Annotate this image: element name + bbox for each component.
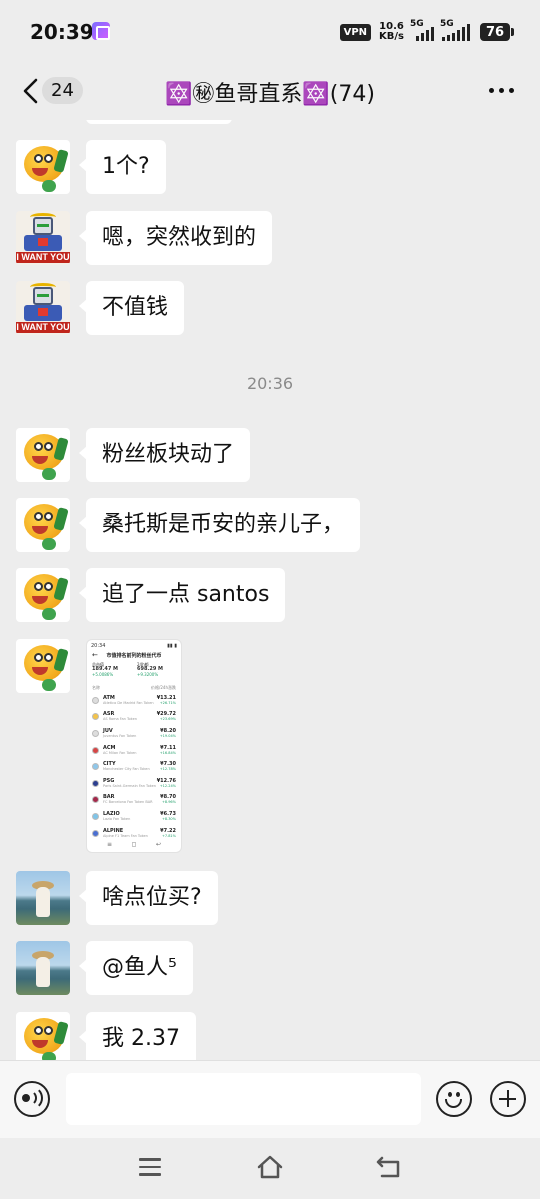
message-input[interactable] (66, 1073, 421, 1125)
fish-avatar[interactable] (16, 428, 70, 482)
message-row: I WANT YOU 不值钱 (16, 281, 185, 335)
message-bubble[interactable]: 1个? (79, 140, 166, 194)
signal-2-icon: 5G (440, 19, 472, 41)
message-row: 1个? (16, 140, 166, 194)
thumb-row: LAZIO Lazio Fan Token ¥6.73 +8.30% (92, 808, 176, 825)
previous-message-bubble (86, 120, 232, 124)
thumb-row: PSG Paris Saint-Germain Fan Token ¥12.76 +1… (92, 775, 176, 792)
fish-avatar[interactable] (16, 498, 70, 552)
chat-header: 24 🔯㊙鱼哥直系🔯(74) (0, 62, 540, 120)
battery-icon: 76 (480, 23, 514, 41)
message-bubble[interactable]: @鱼人⁵ (79, 941, 193, 995)
image-message-thumbnail[interactable]: 20:34 ▮▮ ▮ ← 市值排名前列的粉丝代币 总市值 189.47 M +5.00… (86, 639, 182, 853)
message-row: 桑托斯是币安的亲儿子， (16, 498, 361, 552)
back-icon[interactable] (376, 1154, 402, 1180)
fish-avatar[interactable] (16, 140, 70, 194)
menu-icon[interactable] (139, 1158, 161, 1176)
thumb-cards: 总市值 189.47 M +5.0086% 24h额 698.29 M +9.3200% (92, 662, 164, 677)
network-speed-unit: KB/s (379, 31, 404, 42)
thumb-row: BAR FC Barcelona Fan Token BAR ¥8.70 +8.96% (92, 792, 176, 809)
sim1-label: 5G (410, 19, 424, 29)
avatar-caption: I WANT YOU (16, 322, 70, 333)
thumb-row: JUV Juventus Fan Token ¥8.20 +19.04% (92, 725, 176, 742)
fish-avatar[interactable] (16, 568, 70, 622)
thumb-row: CITY Manchester City Fan Token ¥7.30 +12.78… (92, 758, 176, 775)
more-icon[interactable] (489, 88, 514, 93)
robot-avatar[interactable]: I WANT YOU (16, 281, 70, 335)
emoji-icon[interactable] (436, 1081, 472, 1117)
message-row: 追了一点 santos (16, 568, 286, 622)
message-list[interactable]: 1个? I WANT YOU 嗯，突然收到的 I WANT YOU 不值钱 20… (0, 120, 540, 1060)
message-bubble[interactable]: 啥点位买? (79, 871, 218, 925)
network-speed: 10.6 KB/s (379, 22, 404, 42)
message-row: 20:34 ▮▮ ▮ ← 市值排名前列的粉丝代币 总市值 189.47 M +5.00… (16, 639, 182, 853)
status-bar: 20:39 VPN 10.6 KB/s 5G 5G 76 (0, 0, 540, 62)
message-row: 粉丝板块动了 (16, 428, 251, 482)
thumb-status: 20:34 ▮▮ ▮ (91, 643, 177, 649)
message-row: 我 2.37 (16, 1012, 196, 1060)
message-bubble[interactable]: 我 2.37 (79, 1012, 196, 1060)
app-notification-icon (92, 22, 110, 40)
status-time: 20:39 (30, 20, 94, 44)
vpn-badge: VPN (339, 23, 372, 41)
thumb-token-list: ATM Atletico De Madrid Fan Token ¥13.21 +26… (92, 692, 176, 841)
thumb-nav: ≡ ◻ ↩ (107, 841, 161, 848)
fish-avatar[interactable] (16, 639, 70, 693)
thumb-row: ATM Atletico De Madrid Fan Token ¥13.21 +26… (92, 692, 176, 709)
status-indicators: VPN 10.6 KB/s 5G 5G 76 (339, 19, 514, 44)
fish-avatar[interactable] (16, 1012, 70, 1060)
signal-1-icon: 5G (410, 19, 434, 41)
thumb-title: 市值排名前列的粉丝代币 (106, 653, 162, 659)
message-row: 啥点位买? (16, 871, 218, 925)
time-separator: 20:36 (246, 374, 294, 393)
message-row: @鱼人⁵ (16, 941, 193, 995)
photo-avatar[interactable] (16, 941, 70, 995)
photo-avatar[interactable] (16, 871, 70, 925)
thumb-row: ALPINE Alpine F1 Team Fan Token ¥7.22 +7.81… (92, 825, 176, 842)
thumb-row: ACM AC Milan Fan Token ¥7.11 +16.84% (92, 742, 176, 759)
input-bar (0, 1060, 540, 1138)
message-row: I WANT YOU 嗯，突然收到的 (16, 211, 273, 265)
system-navigation-bar (0, 1138, 540, 1199)
message-bubble[interactable]: 嗯，突然收到的 (78, 211, 273, 265)
chat-title[interactable]: 🔯㊙鱼哥直系🔯(74) (0, 76, 540, 108)
message-bubble[interactable]: 不值钱 (78, 281, 185, 335)
robot-avatar[interactable]: I WANT YOU (16, 211, 70, 265)
avatar-caption: I WANT YOU (16, 252, 70, 263)
plus-icon[interactable] (490, 1081, 526, 1117)
sim2-label: 5G (440, 19, 454, 29)
thumb-row: ASR AS Roma Fan Token ¥29.72 +23.69% (92, 709, 176, 726)
voice-icon[interactable] (14, 1081, 50, 1117)
message-bubble[interactable]: 追了一点 santos (78, 568, 286, 622)
home-icon[interactable] (256, 1154, 284, 1180)
thumb-column-headers: 名称 价格/24h涨跌 (92, 685, 176, 690)
message-bubble[interactable]: 粉丝板块动了 (78, 428, 251, 482)
message-bubble[interactable]: 桑托斯是币安的亲儿子， (78, 498, 361, 552)
